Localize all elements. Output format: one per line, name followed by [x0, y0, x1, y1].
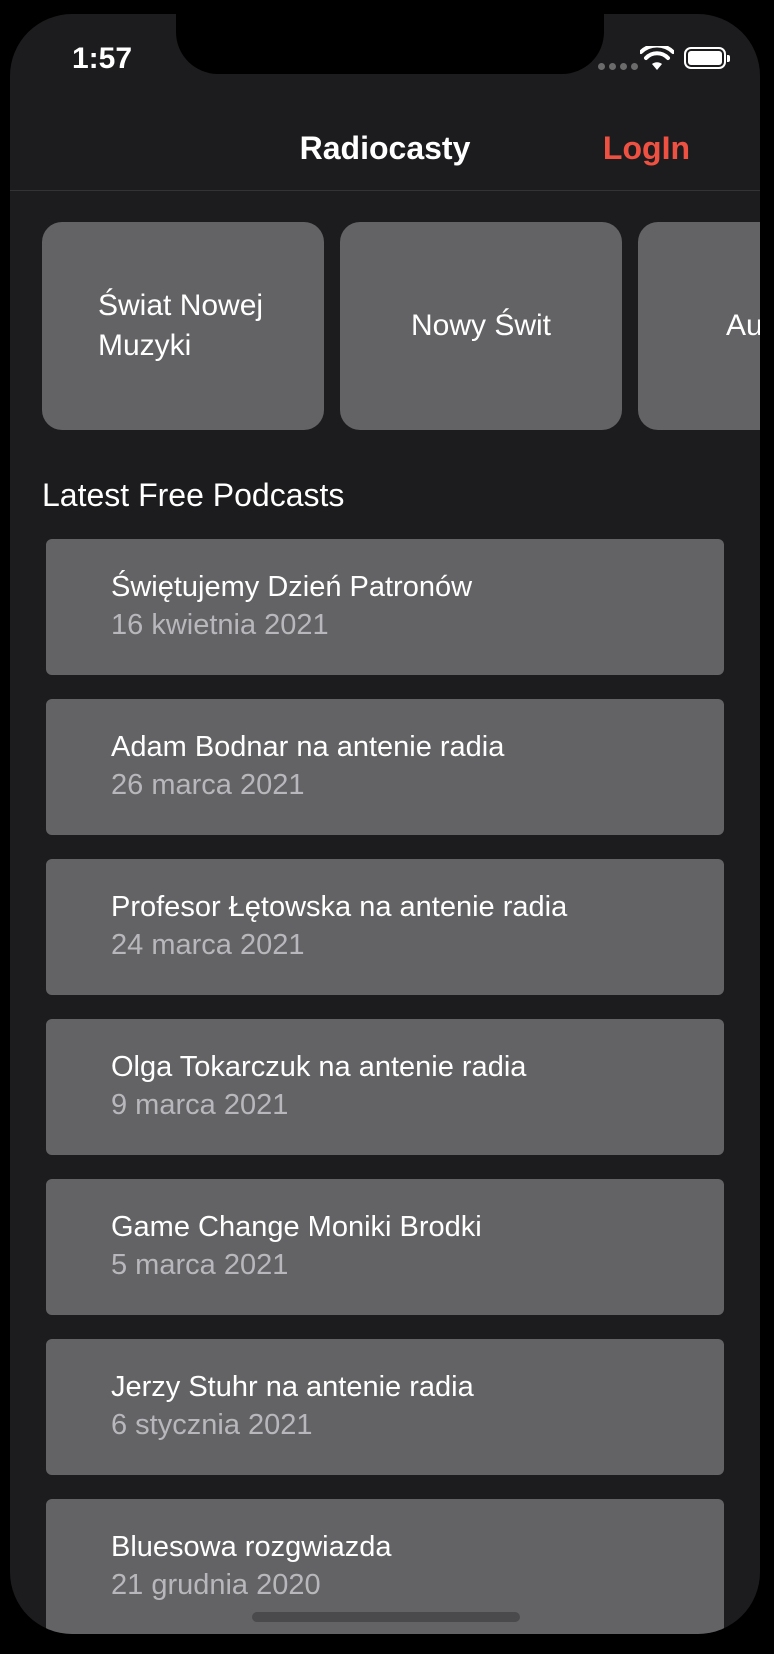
- category-card-label: Świat Nowej Muzyki: [98, 289, 264, 362]
- battery-icon: [684, 47, 730, 69]
- podcast-title: Bluesowa rozgwiazda: [111, 1531, 392, 1563]
- category-card-label: Au: [726, 309, 760, 342]
- podcast-title: Jerzy Stuhr na antenie radia: [111, 1371, 474, 1403]
- login-button[interactable]: LogIn: [603, 130, 690, 167]
- podcast-date: 24 marca 2021: [111, 929, 305, 961]
- podcast-title: Profesor Łętowska na antenie radia: [111, 891, 568, 923]
- wifi-icon: [640, 46, 674, 70]
- podcast-row[interactable]: Profesor Łętowska na antenie radia 24 ma…: [46, 859, 724, 995]
- status-time: 1:57: [72, 42, 133, 75]
- podcast-date: 9 marca 2021: [111, 1089, 289, 1121]
- podcast-row[interactable]: Game Change Moniki Brodki 5 marca 2021: [46, 1179, 724, 1315]
- podcast-title: Świętujemy Dzień Patronów: [111, 571, 473, 603]
- podcast-date: 6 stycznia 2021: [111, 1409, 313, 1441]
- podcast-date: 16 kwietnia 2021: [111, 609, 329, 641]
- navigation-bar: Radiocasty LogIn: [10, 104, 760, 191]
- podcast-title: Game Change Moniki Brodki: [111, 1211, 482, 1243]
- podcast-title: Adam Bodnar na antenie radia: [111, 731, 505, 763]
- podcast-date: 21 grudnia 2020: [111, 1569, 321, 1601]
- podcast-date: 26 marca 2021: [111, 769, 305, 801]
- phone-frame: 1:57 Radiocasty LogIn Świat Nowej Muzyki…: [0, 0, 774, 1654]
- category-card-label: Nowy Świt: [410, 309, 552, 342]
- category-card[interactable]: Au: [638, 222, 760, 430]
- podcast-date: 5 marca 2021: [111, 1249, 289, 1281]
- podcast-title: Olga Tokarczuk na antenie radia: [111, 1051, 527, 1083]
- cellular-signal-icon: [598, 63, 638, 70]
- home-indicator[interactable]: [252, 1612, 520, 1622]
- section-title: Latest Free Podcasts: [42, 477, 345, 513]
- podcast-row[interactable]: Świętujemy Dzień Patronów 16 kwietnia 20…: [46, 539, 724, 675]
- podcast-row[interactable]: Olga Tokarczuk na antenie radia 9 marca …: [46, 1019, 724, 1155]
- app-screen: 1:57 Radiocasty LogIn Świat Nowej Muzyki…: [10, 14, 760, 1634]
- device-notch: [176, 14, 604, 74]
- category-carousel[interactable]: Świat Nowej Muzyki Nowy Świt Au: [10, 222, 760, 432]
- podcast-row[interactable]: Adam Bodnar na antenie radia 26 marca 20…: [46, 699, 724, 835]
- category-card[interactable]: Świat Nowej Muzyki: [42, 222, 324, 430]
- category-card[interactable]: Nowy Świt: [340, 222, 622, 430]
- podcast-row[interactable]: Jerzy Stuhr na antenie radia 6 stycznia …: [46, 1339, 724, 1475]
